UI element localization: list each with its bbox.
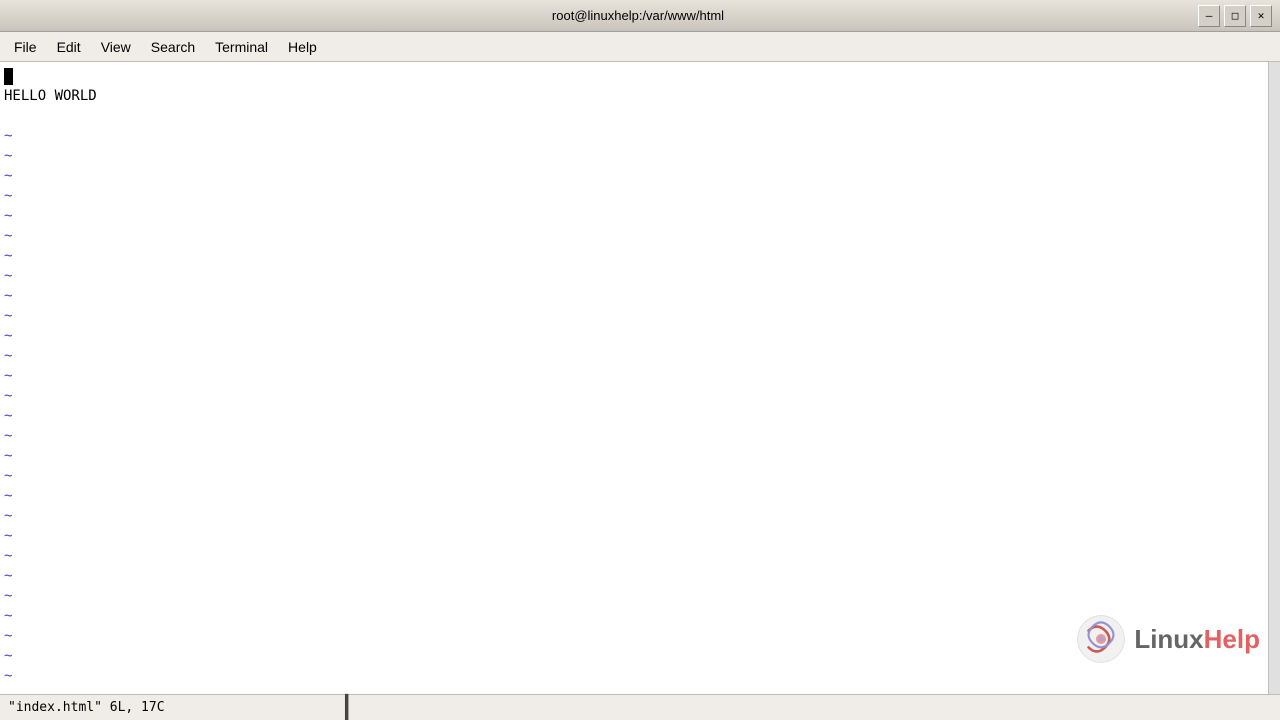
tilde-line-23: ~	[0, 566, 1268, 586]
tilde-line-9: ~	[0, 286, 1268, 306]
watermark-text: LinuxHelp	[1134, 624, 1260, 655]
tilde-line-3: ~	[0, 166, 1268, 186]
menu-file[interactable]: File	[4, 35, 47, 59]
tilde-line-19: ~	[0, 486, 1268, 506]
scrollbar[interactable]	[1268, 62, 1280, 694]
tilde-line-11: ~	[0, 326, 1268, 346]
tilde-line-16: ~	[0, 426, 1268, 446]
menu-edit[interactable]: Edit	[47, 35, 91, 59]
tilde-line-24: ~	[0, 586, 1268, 606]
editor-content[interactable]: HELLO WORLD ~ ~ ~ ~ ~ ~ ~ ~ ~ ~ ~ ~ ~ ~ …	[0, 62, 1268, 694]
title-bar: root@linuxhelp:/var/www/html — □ ✕	[0, 0, 1280, 32]
text-cursor-icon: ┃	[340, 695, 353, 720]
tilde-line-4: ~	[0, 186, 1268, 206]
tilde-line-20: ~	[0, 506, 1268, 526]
tilde-line-14: ~	[0, 386, 1268, 406]
editor-line-1	[0, 66, 1268, 86]
watermark: LinuxHelp	[1076, 614, 1260, 664]
status-text: "index.html" 6L, 17C	[8, 700, 165, 715]
tilde-line-5: ~	[0, 206, 1268, 226]
tilde-line-12: ~	[0, 346, 1268, 366]
close-button[interactable]: ✕	[1250, 5, 1272, 27]
tilde-line-13: ~	[0, 366, 1268, 386]
menu-view[interactable]: View	[91, 35, 141, 59]
tilde-line-8: ~	[0, 266, 1268, 286]
tilde-line-17: ~	[0, 446, 1268, 466]
menu-bar: File Edit View Search Terminal Help	[0, 32, 1280, 62]
tilde-line-10: ~	[0, 306, 1268, 326]
editor-line-2: HELLO WORLD	[0, 86, 1268, 106]
maximize-button[interactable]: □	[1224, 5, 1246, 27]
menu-help[interactable]: Help	[278, 35, 327, 59]
minimize-button[interactable]: —	[1198, 5, 1220, 27]
menu-search[interactable]: Search	[141, 35, 205, 59]
tilde-line-15: ~	[0, 406, 1268, 426]
window-controls: — □ ✕	[1198, 5, 1272, 27]
watermark-highlight: Help	[1204, 624, 1260, 654]
tilde-line-2: ~	[0, 146, 1268, 166]
status-bar: "index.html" 6L, 17C ┃	[0, 694, 1280, 720]
window-title: root@linuxhelp:/var/www/html	[78, 8, 1198, 23]
tilde-line-28: ~	[0, 666, 1268, 686]
menu-terminal[interactable]: Terminal	[205, 35, 278, 59]
tilde-line-6: ~	[0, 226, 1268, 246]
tilde-line-22: ~	[0, 546, 1268, 566]
tilde-line-1: ~	[0, 126, 1268, 146]
editor-area[interactable]: HELLO WORLD ~ ~ ~ ~ ~ ~ ~ ~ ~ ~ ~ ~ ~ ~ …	[0, 62, 1280, 694]
tilde-line-21: ~	[0, 526, 1268, 546]
tilde-line-29: ~	[0, 686, 1268, 694]
tilde-line-7: ~	[0, 246, 1268, 266]
tilde-line-18: ~	[0, 466, 1268, 486]
cursor-block	[4, 68, 13, 85]
linuxhelp-logo-icon	[1076, 614, 1126, 664]
editor-line-3	[0, 106, 1268, 126]
